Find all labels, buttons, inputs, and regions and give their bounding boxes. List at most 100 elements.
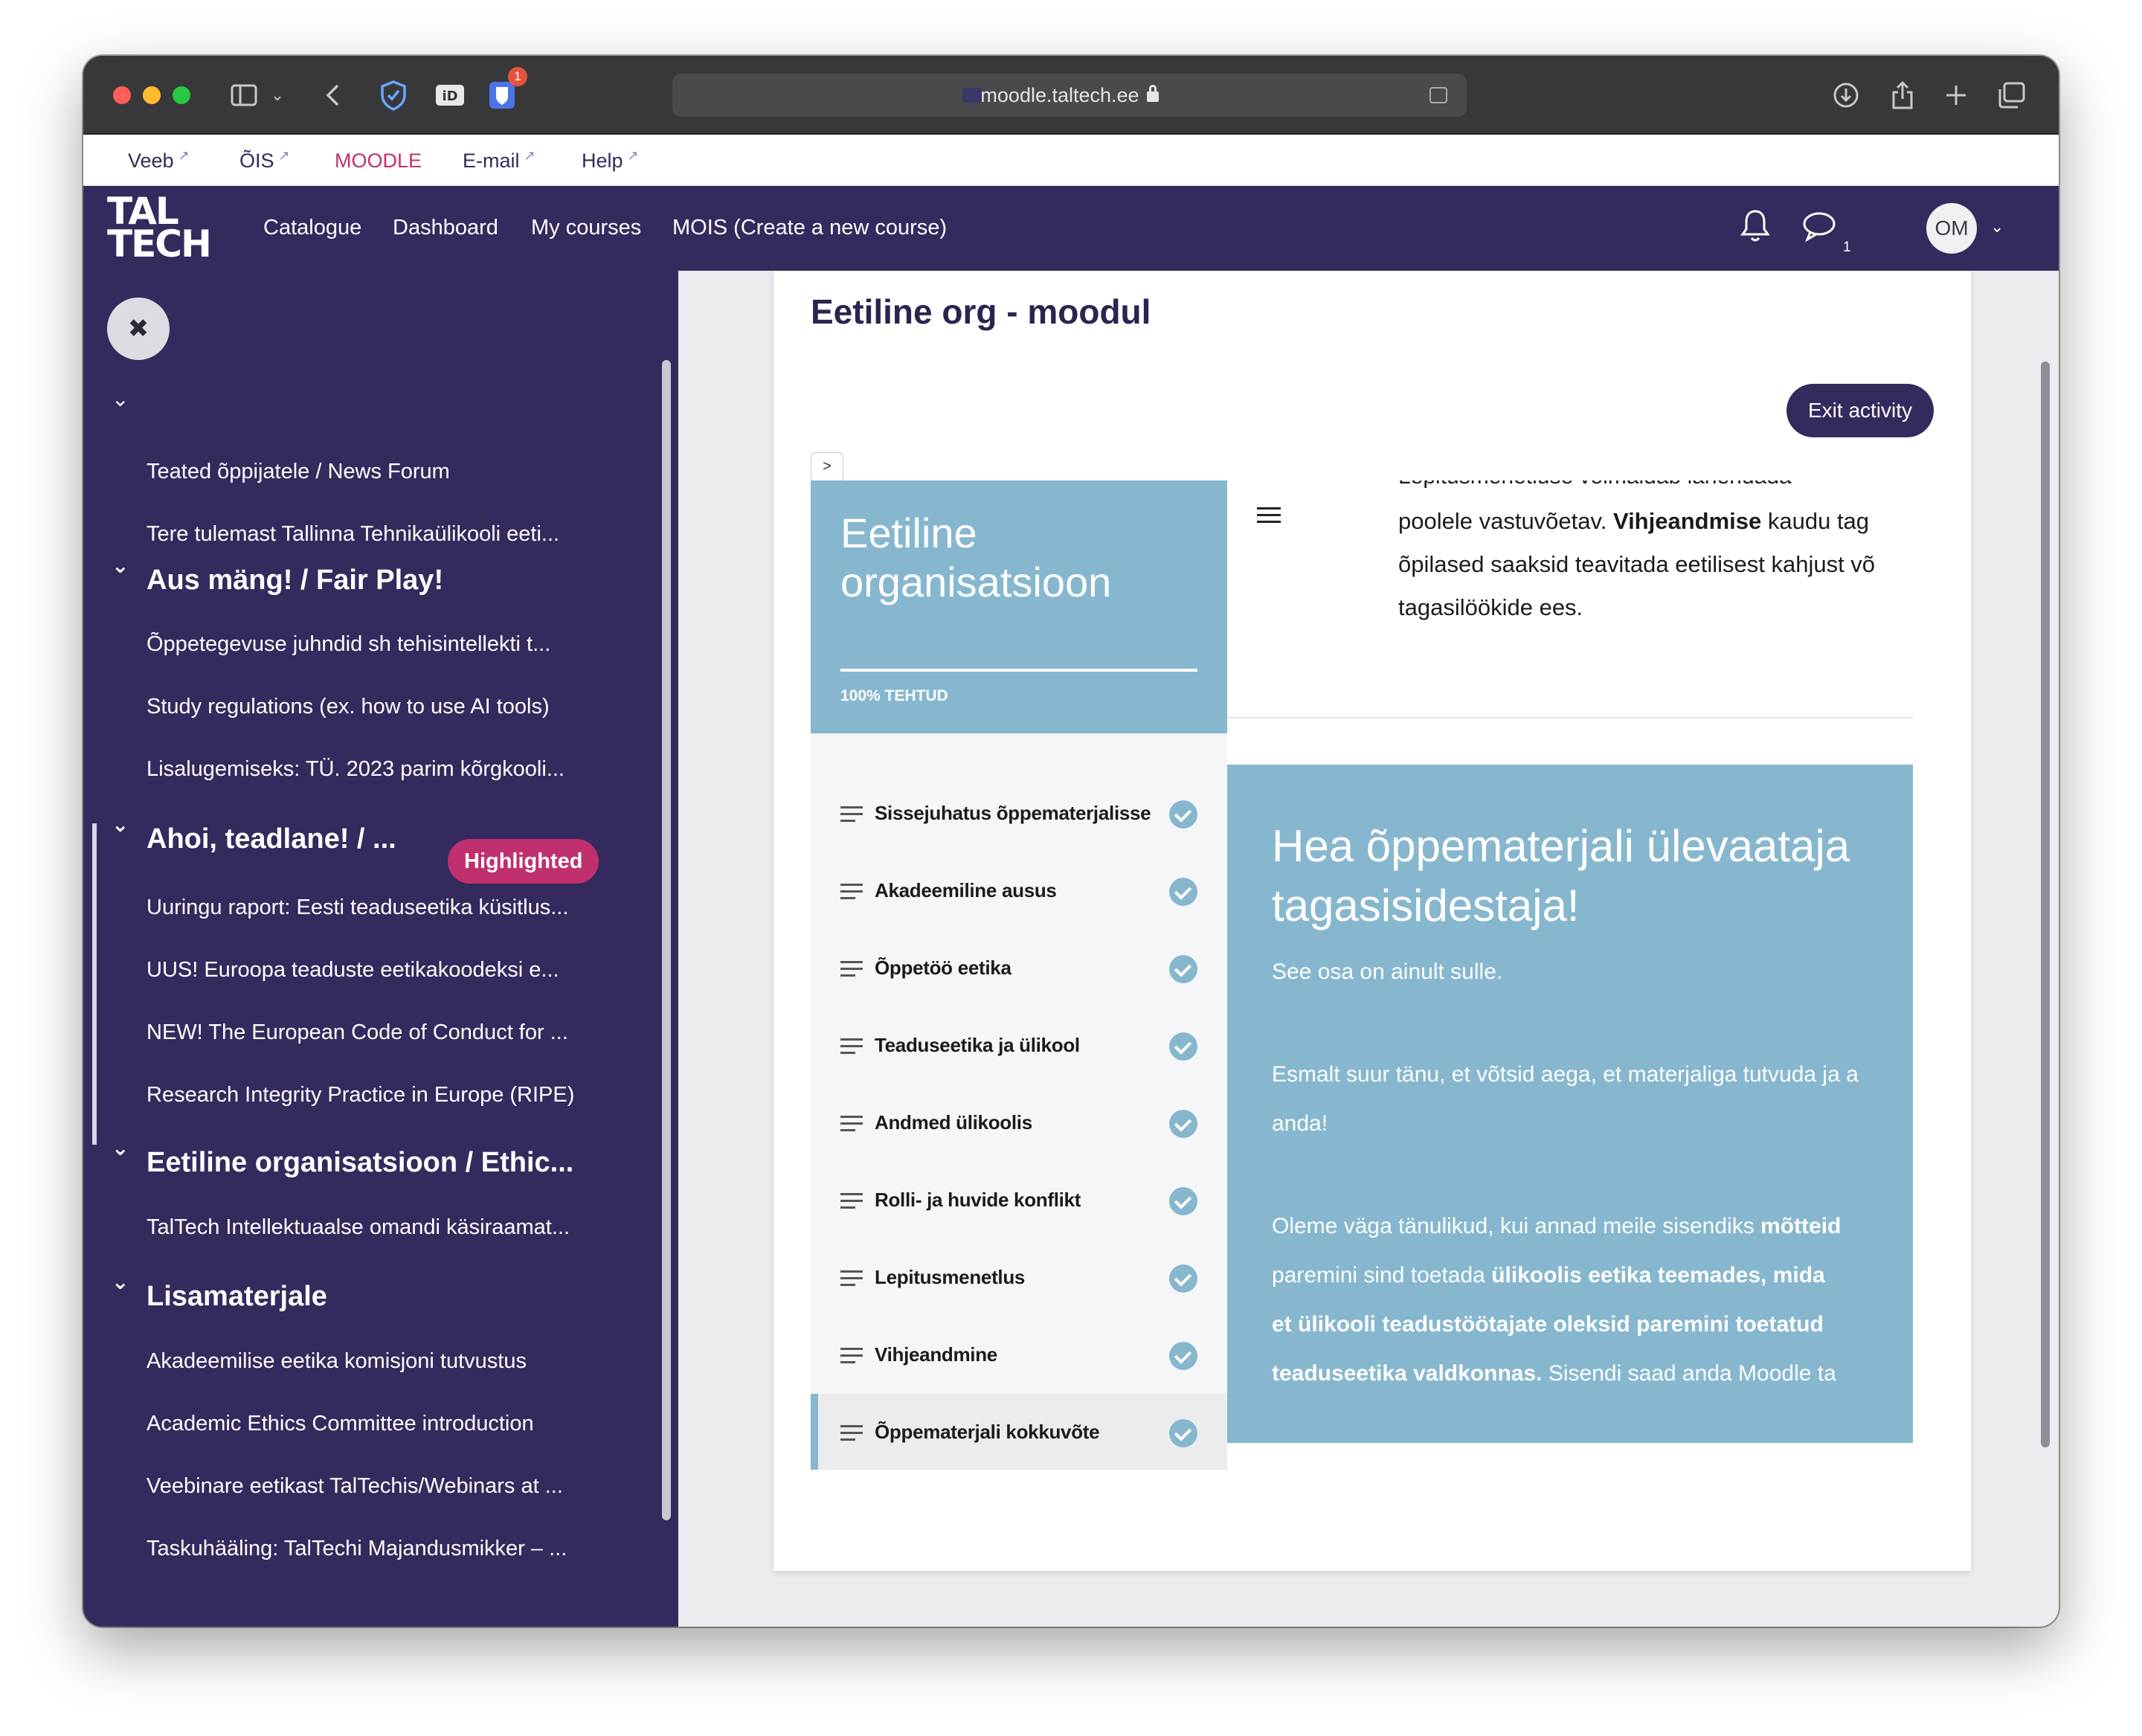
messages-chat-icon[interactable] [1801,210,1842,250]
toplink-help[interactable]: Help ↗ [582,148,639,173]
lesson-menu-label: Õppematerjali kokkuvõte [875,1421,1100,1443]
course-index-item[interactable]: Õppetegevuse juhndid sh tehisintellekti … [147,632,623,657]
chevron-down-icon[interactable]: ⌄ [112,553,129,578]
lesson-menu-item[interactable]: Õppetöö eetika [811,930,1227,1007]
user-avatar[interactable]: OM [1926,203,1977,254]
course-section-lisamaterjale[interactable]: Lisamaterjale [147,1281,327,1313]
course-index-item[interactable]: Uuringu raport: Eesti teaduseetika küsit… [147,896,623,920]
text-run: paremini sind toetada [1272,1263,1492,1287]
text-run: Sisendi saad anda Moodle ta [1542,1361,1836,1386]
activity-card: Eetiline org - moodul Exit activity > Ee… [774,271,1971,1571]
zoom-window-button[interactable] [173,86,190,104]
shield-extension-icon[interactable] [376,78,411,112]
nav-catalogue[interactable]: Catalogue [263,216,361,240]
feedback-title-line: Hea õppematerjali ülevaataja [1272,821,1850,871]
toplink-email[interactable]: E-mail ↗ [463,148,536,173]
completed-check-icon [1169,1264,1197,1293]
toplink-label: MOODLE [335,150,422,172]
toplink-label: Help [582,150,623,172]
page-title: Eetiline org - moodul [811,292,1151,331]
exit-activity-button[interactable]: Exit activity [1786,384,1934,437]
taltech-logo[interactable]: TAL TECH [107,193,212,266]
chevron-down-icon[interactable]: ⌄ [268,78,287,112]
reader-mode-icon[interactable] [1429,87,1447,103]
id-card-extension-icon[interactable]: iD [433,78,467,112]
course-index-item[interactable]: Veebinare eetikast TalTechis/Webinars at… [147,1474,623,1499]
course-index-item[interactable]: Teated õppijatele / News Forum [147,460,623,484]
course-index-item[interactable]: Taskuhääling: TalTechi Majandusmikker – … [147,1537,623,1561]
lesson-player: Eetiline organisatsioon 100% TEHTUD Siss… [811,480,1913,1470]
download-icon[interactable] [1830,78,1862,112]
lesson-menu-item[interactable]: Rolli- ja huvide konflikt [811,1162,1227,1239]
feedback-title: Hea õppematerjali ülevaataja tagasisides… [1272,817,1850,936]
notifications-bell-icon[interactable] [1739,208,1776,245]
lesson-lines-icon [840,1193,863,1209]
course-index-item[interactable]: Academic Ethics Committee introduction [147,1412,623,1436]
course-index-item[interactable]: TalTech Intellektuaalse omandi käsiraama… [147,1215,623,1240]
lesson-menu-item-current[interactable]: Õppematerjali kokkuvõte [811,1394,1227,1470]
external-link-icon: ↗ [178,148,190,163]
course-index-item[interactable]: Lisalugemiseks: TÜ. 2023 parim kõrgkooli… [147,757,623,782]
new-tab-plus-icon[interactable] [1940,78,1972,112]
completed-check-icon [1169,878,1197,906]
toplink-moodle[interactable]: MOODLE [335,150,422,173]
toplink-label: Veeb [128,150,174,172]
feedback-subtitle: See osa on ainult sulle. [1272,959,1503,984]
lesson-lines-icon [840,1116,863,1132]
course-section-fair-play[interactable]: Aus mäng! / Fair Play! [147,565,443,597]
nav-mois[interactable]: MOIS (Create a new course) [672,216,947,240]
hamburger-menu-icon[interactable] [1257,507,1281,525]
minimize-window-button[interactable] [143,86,161,104]
lesson-menu-label: Õppetöö eetika [875,957,1012,979]
toplink-label: ÕIS [239,150,274,172]
course-index-list: ✖ ⌄ Teated õppijatele / News Forum Tere … [83,271,660,1627]
lesson-menu-label: Sissejuhatus õppematerjalisse [875,802,1151,824]
close-window-button[interactable] [113,86,131,104]
close-drawer-button[interactable]: ✖ [107,298,170,360]
course-section-ahoi-teadlane[interactable]: Ahoi, teadlane! / ... [147,823,396,855]
expand-lesson-nav-button[interactable]: > [811,452,843,482]
lesson-lines-icon [840,1270,863,1287]
chevron-down-icon[interactable]: ⌄ [1990,217,2004,237]
chevron-down-icon[interactable]: ⌄ [112,812,129,837]
completed-check-icon [1169,1187,1197,1215]
lesson-content: Lepitusmenetluse võimaldab lahendada poo… [1227,480,1913,1470]
completed-check-icon [1169,955,1197,983]
feedback-paragraph-2: Oleme väga tänulikud, kui annad meile si… [1272,1202,1913,1398]
nav-dashboard[interactable]: Dashboard [393,216,498,240]
lesson-menu-item[interactable]: Teaduseetika ja ülikool [811,1007,1227,1084]
course-section-eetiline-organisatsioon[interactable]: Eetiline organisatsioon / Ethic... [147,1147,573,1179]
course-index-item[interactable]: Akadeemilise eetika komisjoni tutvustus [147,1349,623,1374]
lesson-menu-item[interactable]: Sissejuhatus õppematerjalisse [811,775,1227,852]
toplink-ois[interactable]: ÕIS ↗ [239,148,290,173]
lesson-lines-icon [840,1038,863,1055]
nav-my-courses[interactable]: My courses [531,216,641,240]
course-index-item[interactable]: Study regulations (ex. how to use AI too… [147,695,623,719]
course-index-item[interactable]: UUS! Euroopa teaduste eetikakoodeksi e..… [147,958,623,983]
drawer-scrollbar[interactable] [662,360,671,1520]
lesson-lines-icon [840,806,863,823]
toplink-veeb[interactable]: Veeb ↗ [128,148,190,173]
course-index-item[interactable]: Research Integrity Practice in Europe (R… [147,1083,623,1107]
lesson-menu-item[interactable]: Vihjeandmine [811,1317,1227,1394]
lesson-menu-item[interactable]: Akadeemiline ausus [811,852,1227,930]
back-arrow-icon[interactable] [320,78,345,112]
lesson-menu-label: Rolli- ja huvide konflikt [875,1189,1081,1211]
lesson-menu-label: Vihjeandmine [875,1343,997,1366]
external-link-icon: ↗ [524,148,536,163]
chevron-down-icon[interactable]: ⌄ [112,387,129,411]
share-icon[interactable] [1886,78,1919,112]
course-index-item[interactable]: Tere tulemast Tallinna Tehnikaülikooli e… [147,522,623,547]
chevron-down-icon[interactable]: ⌄ [112,1136,129,1160]
site-favicon-icon [962,88,982,103]
lesson-menu-item[interactable]: Lepitusmenetlus [811,1239,1227,1317]
logo-line2: TECH [107,222,212,266]
sidebar-toggle-icon[interactable] [228,78,260,112]
lesson-menu-item[interactable]: Andmed ülikoolis [811,1084,1227,1162]
tab-overview-icon[interactable] [1995,78,2027,112]
text-run: kaudu tag [1761,508,1870,534]
address-bar[interactable]: moodle.taltech.ee [672,74,1467,117]
course-index-item[interactable]: NEW! The European Code of Conduct for ..… [147,1020,623,1045]
page-scrollbar[interactable] [2041,361,2050,1447]
chevron-down-icon[interactable]: ⌄ [112,1270,129,1294]
